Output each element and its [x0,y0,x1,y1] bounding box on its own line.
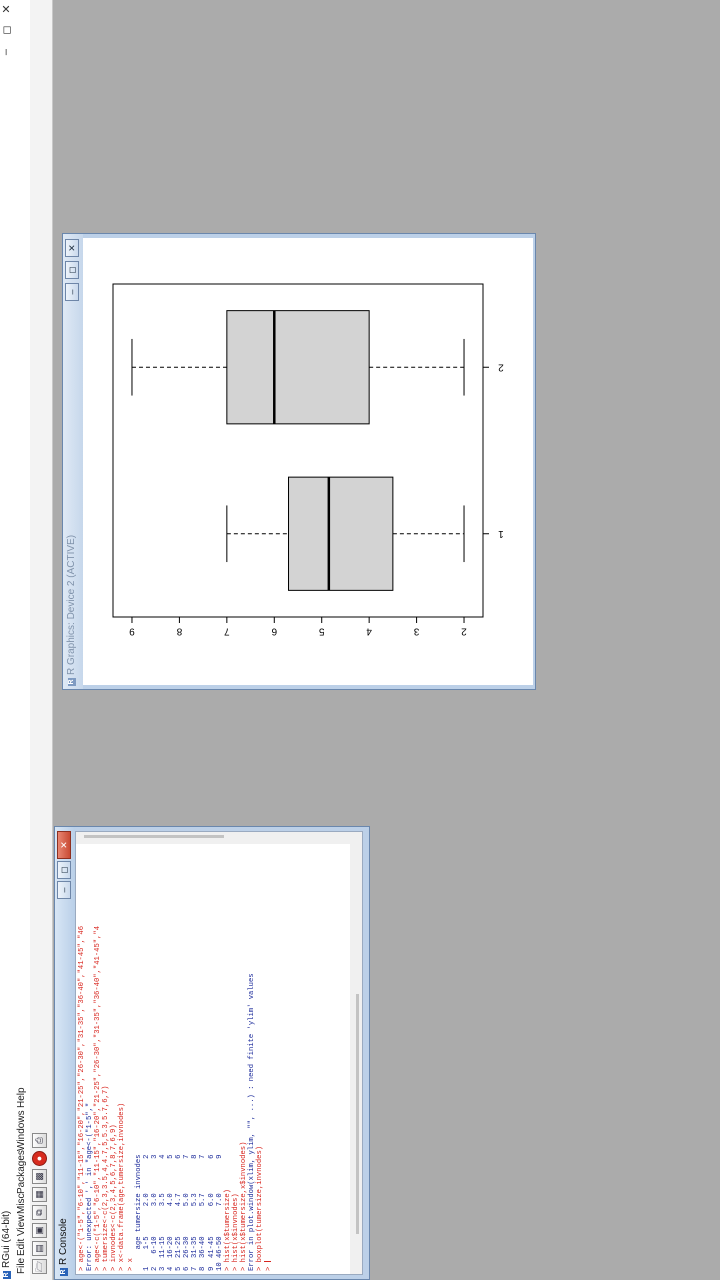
restore-icon[interactable]: ◻ [0,22,13,38]
console-output-line: 3 11-15 3.5 4 [158,1154,167,1271]
menu-view[interactable]: View [16,1215,27,1237]
console-command-line: > hist(x$invnodes) [231,1193,240,1271]
r-console-window[interactable]: R R Console – ◻ ✕ > age<-("1-5","6-10","… [54,826,370,1280]
box-2 [226,310,370,425]
console-output-line: age tumersize invnodes [134,1154,143,1271]
stop-icon[interactable]: ● [32,1151,47,1166]
menu-packages[interactable]: Packages [16,1150,27,1194]
print-icon[interactable]: ⎙ [32,1133,47,1148]
console-command-line: > x [126,1258,135,1271]
console-output-line: 4 16-20 4.0 5 [167,1154,176,1271]
open-script-icon[interactable]: 🗁 [32,1259,47,1274]
minimize-icon[interactable]: – [0,44,12,60]
y-axis-tick-label: 7 [224,625,230,636]
console-command-line: > hist(x$tumersize) [223,1189,232,1271]
toolbar: 🗁 ▤ ▣ ⧉ ▦ ▩ ● ⎙ [30,0,53,1280]
close-icon[interactable]: ✕ [0,1,13,17]
console-command-line: > boxplot(tumersize,invnodes) [256,1145,265,1271]
console-text[interactable]: > age<-("1-5","6-10","11-15","16-20","21… [78,846,274,1271]
text-cursor [264,1261,272,1263]
save-workspace-icon[interactable]: ▣ [32,1223,47,1238]
copy-paste-icon[interactable]: ▩ [32,1169,47,1184]
console-output-line: 5 21-25 4.7 6 [175,1154,184,1271]
r-logo-icon: R [60,1268,68,1276]
rgui-desktop: R RGui (64-bit) – ◻ ✕ File Edit View Mis… [0,0,720,1280]
console-titlebar[interactable]: R R Console – ◻ ✕ [55,827,75,1279]
copy-icon[interactable]: ⧉ [32,1205,47,1220]
y-axis-tick-label: 5 [318,625,324,636]
console-output-line: 1 1-5 2.0 2 [142,1154,151,1271]
graphics-restore-icon[interactable]: ◻ [65,261,79,279]
paste-icon[interactable]: ▦ [32,1187,47,1202]
console-output-line: 6 26-30 5.0 7 [183,1154,192,1271]
console-output-line: 8 36-40 5.7 7 [199,1154,208,1271]
graphics-title: R Graphics: Device 2 (ACTIVE) [66,534,77,675]
menu-file[interactable]: File [16,1258,27,1274]
console-command-line: > age<-("1-5","6-10","11-15","16-20","21… [78,925,86,1271]
console-command-line: > tumersize<-c(2,3,3.5,4,4.7,5,5.3,5.7,6… [102,1085,111,1271]
console-vertical-scrollbar[interactable] [76,832,362,844]
graphics-close-icon[interactable]: ✕ [65,239,79,257]
r-logo-icon: R [68,678,76,686]
console-output-line: 2 6-10 3.0 3 [150,1154,159,1271]
y-axis-tick-label: 6 [271,625,277,636]
console-output[interactable]: > age<-("1-5","6-10","11-15","16-20","21… [75,831,363,1275]
menu-windows[interactable]: Windows [16,1110,27,1151]
x-axis-tick-label: 2 [498,362,504,373]
app-title: RGui (64-bit) [1,1210,12,1268]
console-title: R Console [58,1218,69,1265]
graphics-minimize-icon[interactable]: – [65,283,79,301]
x-axis-tick-label: 1 [498,528,504,539]
console-command-line: > [264,1261,274,1271]
y-axis-tick-label: 4 [366,625,372,636]
console-error-line: Error: unexpected ',' in "age<-("1-5"," [86,1102,95,1271]
box-1 [288,476,394,591]
console-horizontal-scrollbar[interactable] [350,844,362,1274]
menu-help[interactable]: Help [16,1087,27,1108]
r-logo-icon: R [3,1271,11,1279]
scrollbar-thumb[interactable] [356,994,359,1234]
y-axis-tick-label: 2 [461,625,467,636]
graphics-canvas: 2 3 4 5 6 7 8 9 1 2 [83,238,533,685]
graphics-titlebar[interactable]: R R Graphics: Device 2 (ACTIVE) – ◻ ✕ [63,234,83,689]
y-axis-tick-label: 9 [129,625,135,636]
load-workspace-icon[interactable]: ▤ [32,1241,47,1256]
console-output-line: 7 31-35 5.3 8 [191,1154,200,1271]
console-command-line: > invnodes<-c(2,3,4,5,6,7,8,7,6,9) [110,1124,119,1271]
console-command-line: > x<-data.frame(age,tumersize,invnodes) [118,1102,127,1271]
menu-edit[interactable]: Edit [16,1239,27,1256]
console-command-line: > hist(x$tumersize,x$invnodes) [239,1141,248,1271]
console-output-line: 9 41-45 6.0 6 [207,1154,216,1271]
console-command-line: > age<-c("1-5","6-10","11-15","16-20","2… [94,925,103,1271]
menu-bar: File Edit View Misc Packages Windows Hel… [14,0,31,1280]
console-close-icon[interactable]: ✕ [57,831,71,859]
console-output-line: 10 46-50 7.0 9 [215,1154,224,1271]
app-titlebar: R RGui (64-bit) – ◻ ✕ [0,0,14,1280]
console-error-line: Error in plot.window(xlim, ylim, "", ...… [247,973,256,1271]
y-axis-tick-label: 3 [413,625,419,636]
y-axis-tick-label: 8 [176,625,182,636]
boxplot-chart: 2 3 4 5 6 7 8 9 1 2 [112,283,504,636]
scrollbar-thumb[interactable] [84,835,224,838]
console-minimize-icon[interactable]: – [57,881,71,899]
menu-misc[interactable]: Misc [16,1193,27,1214]
console-restore-icon[interactable]: ◻ [57,861,71,879]
r-graphics-window[interactable]: R R Graphics: Device 2 (ACTIVE) – ◻ ✕ 2 3… [62,233,536,690]
